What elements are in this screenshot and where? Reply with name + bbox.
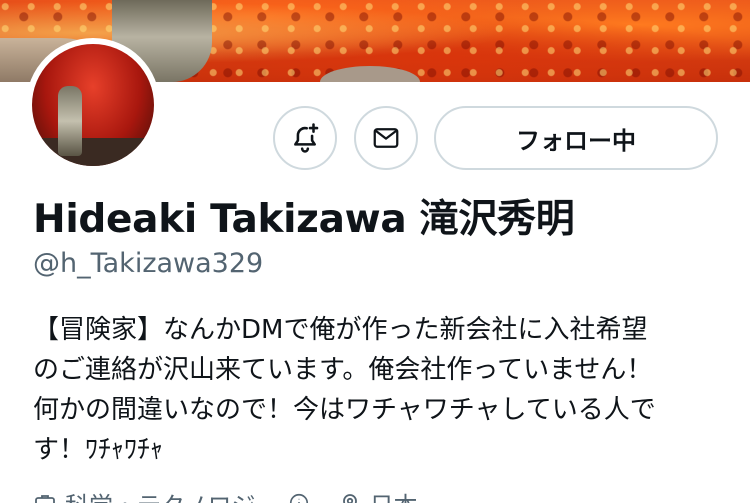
bio-line: のご連絡が沢山来ています。俺会社作っていません！ [33, 355, 653, 385]
message-button[interactable] [354, 106, 418, 170]
location-pin-icon [342, 494, 357, 503]
briefcase-icon [35, 495, 55, 503]
profile-bio: 【冒険家】なんかDMで俺が作った新会社に入社希望 のご連絡が沢山来ています。俺会… [33, 310, 723, 470]
avatar-image [32, 44, 154, 166]
meta-category: 科学・テクノロジー [33, 486, 310, 503]
user-handle: @h_Takizawa329 [33, 248, 264, 279]
location-label: 日本 [370, 486, 418, 503]
bio-line: す！ﾜﾁｬﾜﾁｬ [33, 435, 164, 465]
notify-button[interactable] [273, 106, 337, 170]
envelope-icon [373, 128, 399, 148]
bell-plus-icon [294, 123, 319, 153]
info-icon[interactable] [288, 492, 310, 503]
banner-rock-small [320, 66, 420, 82]
following-button[interactable]: フォロー中 [434, 106, 718, 170]
avatar[interactable] [26, 38, 160, 172]
display-name: Hideaki Takizawa 滝沢秀明 [33, 197, 575, 242]
meta-location: 日本 [338, 486, 418, 503]
profile-meta: 科学・テクノロジー 日本 [33, 488, 438, 503]
profile-page: フォロー中 Hideaki Takizawa 滝沢秀明 @h_Takizawa3… [0, 0, 750, 503]
bio-line: 何かの間違いなので！今はワチャワチャしている人で [33, 395, 656, 425]
bio-line: 【冒険家】なんかDMで俺が作った新会社に入社希望 [33, 315, 648, 345]
avatar-ground [32, 138, 154, 166]
category-label: 科学・テクノロジー [65, 486, 280, 503]
